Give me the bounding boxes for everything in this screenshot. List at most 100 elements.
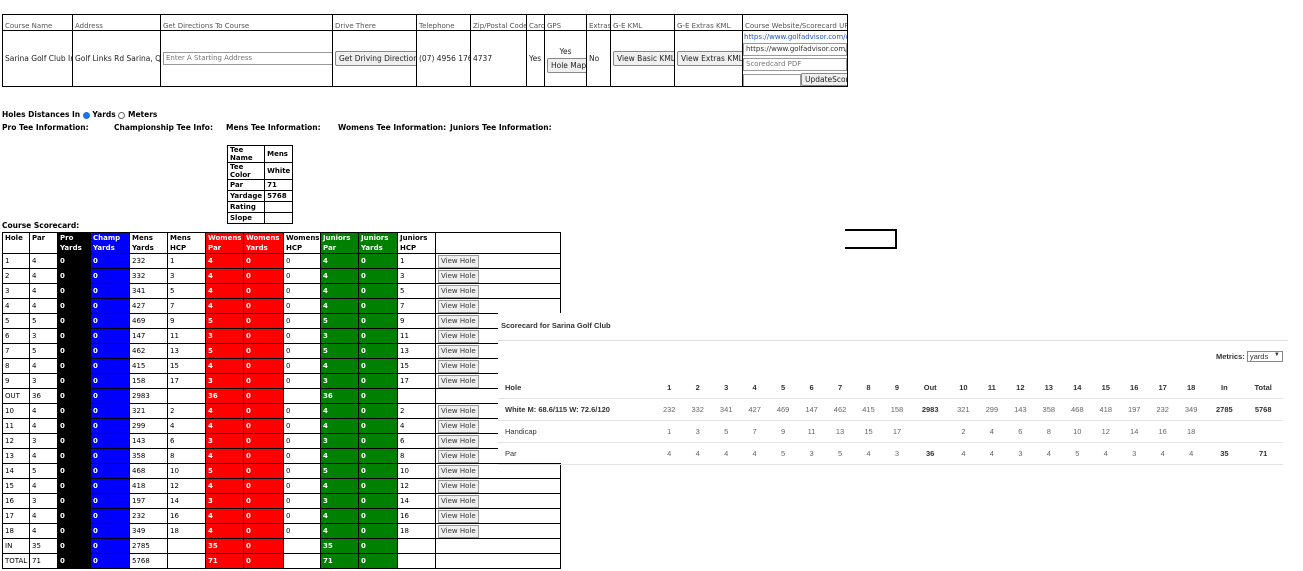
- yards-radio-label: Yards: [92, 110, 116, 119]
- scorecard-row: 2 4 0 0 332 3 4 0 0 4 0 3 View Hole: [2, 268, 561, 284]
- scorecard-file-input[interactable]: [743, 73, 801, 86]
- scorecard-cell: 3: [320, 373, 359, 389]
- scorecard-cell: 0: [57, 253, 91, 269]
- scorecard-cell: 9: [2, 373, 30, 389]
- scorecard-cell: 5: [29, 313, 58, 329]
- view-hole-button[interactable]: View Hole: [438, 269, 479, 283]
- scorecard-cell: 0: [358, 523, 398, 539]
- course-extras: No: [586, 30, 611, 87]
- scorecard-cell: 4: [205, 448, 244, 464]
- hole-map-button[interactable]: Hole Map: [547, 57, 586, 73]
- scorecard-cell: 0: [243, 493, 284, 509]
- starting-address-input[interactable]: Enter A Starting Address: [163, 52, 332, 65]
- view-hole-button[interactable]: View Hole: [438, 329, 479, 343]
- overlay-cell: 158: [882, 398, 912, 421]
- overlay-cell: 468: [1063, 398, 1092, 421]
- scorecard-cell: 3: [29, 373, 58, 389]
- scorecard-url-input[interactable]: https://www.golfadvisor.com/c: [743, 43, 847, 56]
- scorecard-header-cell: Womens HCP: [283, 232, 321, 254]
- view-hole-button[interactable]: View Hole: [438, 509, 479, 523]
- meters-radio[interactable]: [118, 111, 126, 119]
- scorecard-cell: 18: [2, 523, 30, 539]
- scorecard-cell: 0: [57, 553, 91, 569]
- scorecard-cell: 0: [283, 478, 321, 494]
- scorecard-cell: 0: [283, 418, 321, 434]
- overlay-cell: [1205, 420, 1244, 443]
- view-hole-button[interactable]: View Hole: [438, 419, 479, 433]
- view-basic-kml-button[interactable]: View Basic KML: [613, 51, 674, 66]
- scorecard-cell: 0: [57, 523, 91, 539]
- scorecard-cell: 4: [205, 358, 244, 374]
- view-hole-button[interactable]: View Hole: [438, 359, 479, 373]
- scorecard-cell: 2785: [129, 538, 168, 554]
- scorecard-cell: 0: [57, 373, 91, 389]
- scorecard-cell: 0: [90, 313, 130, 329]
- meters-radio-label: Meters: [128, 110, 158, 119]
- overlay-cell: 12: [1006, 377, 1035, 399]
- get-driving-directions-button[interactable]: Get Driving Directions: [335, 51, 416, 66]
- scorecard-row: 5 5 0 0 469 9 5 0 0 5 0 9 View Hole: [2, 313, 561, 329]
- update-scorecard-button[interactable]: UpdateScor: [801, 73, 847, 86]
- view-hole-button[interactable]: View Hole: [438, 464, 479, 478]
- scorecard-row: 10 4 0 0 321 2 4 0 0 4 0 2 View Hole: [2, 403, 561, 419]
- scorecard-cell: 143: [129, 433, 168, 449]
- scorecard-header-cell: Juniors Yards: [358, 232, 398, 254]
- overlay-cell: 4: [711, 442, 741, 465]
- scorecard-cell: 36: [205, 388, 244, 404]
- course-telephone: (07) 4956 1761: [416, 30, 471, 87]
- overlay-cell: 1: [655, 420, 684, 443]
- scorecard-row: OUT 36 0 0 2983 36 0 36 0: [2, 388, 561, 404]
- yards-radio[interactable]: [82, 111, 90, 119]
- view-hole-button[interactable]: View Hole: [438, 404, 479, 418]
- view-hole-button[interactable]: View Hole: [438, 254, 479, 268]
- scorecard-cell: 18: [167, 523, 206, 539]
- view-hole-button[interactable]: View Hole: [438, 314, 479, 328]
- view-hole-button[interactable]: View Hole: [438, 449, 479, 463]
- scorecard-cell: 4: [2, 298, 30, 314]
- scorecard-row: 12 3 0 0 143 6 3 0 0 3 0 6 View Hole: [2, 433, 561, 449]
- scorecard-cell: 415: [129, 358, 168, 374]
- cursor-bracket-bottom: [845, 247, 897, 249]
- scorecard-row: 1 4 0 0 232 1 4 0 0 4 0 1 View Hole: [2, 253, 561, 269]
- overlay-par-row: Par 4 4 4 4 5 3 5 4 3 36 4 4 3 4 5 4 3 4 4 35 71: [498, 442, 1283, 465]
- scorecard-cell: 4: [320, 358, 359, 374]
- scorecard-cell: 3: [397, 268, 436, 284]
- view-hole-button[interactable]: View Hole: [438, 494, 479, 508]
- scorecard-cell: 0: [358, 553, 398, 569]
- scorecard-row: 17 4 0 0 232 16 4 0 0 4 0 16 View Hole: [2, 508, 561, 524]
- scorecard-cell: 341: [129, 283, 168, 299]
- scorecard-cell: 0: [243, 283, 284, 299]
- scorecard-cell: 4: [320, 253, 359, 269]
- scorecard-cell: 0: [57, 298, 91, 314]
- scorecard-cell: 13: [397, 343, 436, 359]
- scorecard-row: 11 4 0 0 299 4 4 0 0 4 0 4 View Hole: [2, 418, 561, 434]
- scorecard-pdf-input[interactable]: Scoredcard PDF: [743, 58, 847, 71]
- view-hole-button[interactable]: View Hole: [438, 434, 479, 448]
- scorecard-cell: 0: [243, 313, 284, 329]
- view-hole-button[interactable]: View Hole: [438, 299, 479, 313]
- view-hole-button[interactable]: View Hole: [438, 284, 479, 298]
- scorecard-cell: [283, 553, 321, 569]
- view-hole-button[interactable]: View Hole: [438, 344, 479, 358]
- scorecard-cell: 6: [167, 433, 206, 449]
- scorecard-header-empty: [435, 232, 561, 254]
- tee-field-label: Yardage: [226, 190, 266, 202]
- scorecard-cell: 468: [129, 463, 168, 479]
- tee-field-label: Rating: [226, 201, 266, 213]
- course-table-header-row: Course Name Address Get Directions To Co…: [2, 14, 848, 31]
- view-extras-kml-button[interactable]: View Extras KML: [677, 51, 742, 66]
- course-website-link[interactable]: https://www.golfadvisor.com/co: [744, 32, 847, 44]
- overlay-cell: 2: [949, 420, 978, 443]
- overlay-cell: 10: [1063, 420, 1092, 443]
- view-hole-button[interactable]: View Hole: [438, 479, 479, 493]
- view-hole-button[interactable]: View Hole: [438, 524, 479, 538]
- scorecard-cell: 0: [57, 508, 91, 524]
- scorecard-cell: 0: [90, 283, 130, 299]
- view-hole-button[interactable]: View Hole: [438, 374, 479, 388]
- metrics-select[interactable]: yards ▼: [1246, 351, 1283, 362]
- scorecard-cell: 0: [358, 328, 398, 344]
- scorecard-cell: 3: [29, 328, 58, 344]
- scorecard-row: 13 4 0 0 358 8 4 0 0 4 0 8 View Hole: [2, 448, 561, 464]
- pro-tee-heading: Pro Tee Information:: [2, 123, 89, 132]
- scorecard-header-cell: Par: [29, 232, 58, 254]
